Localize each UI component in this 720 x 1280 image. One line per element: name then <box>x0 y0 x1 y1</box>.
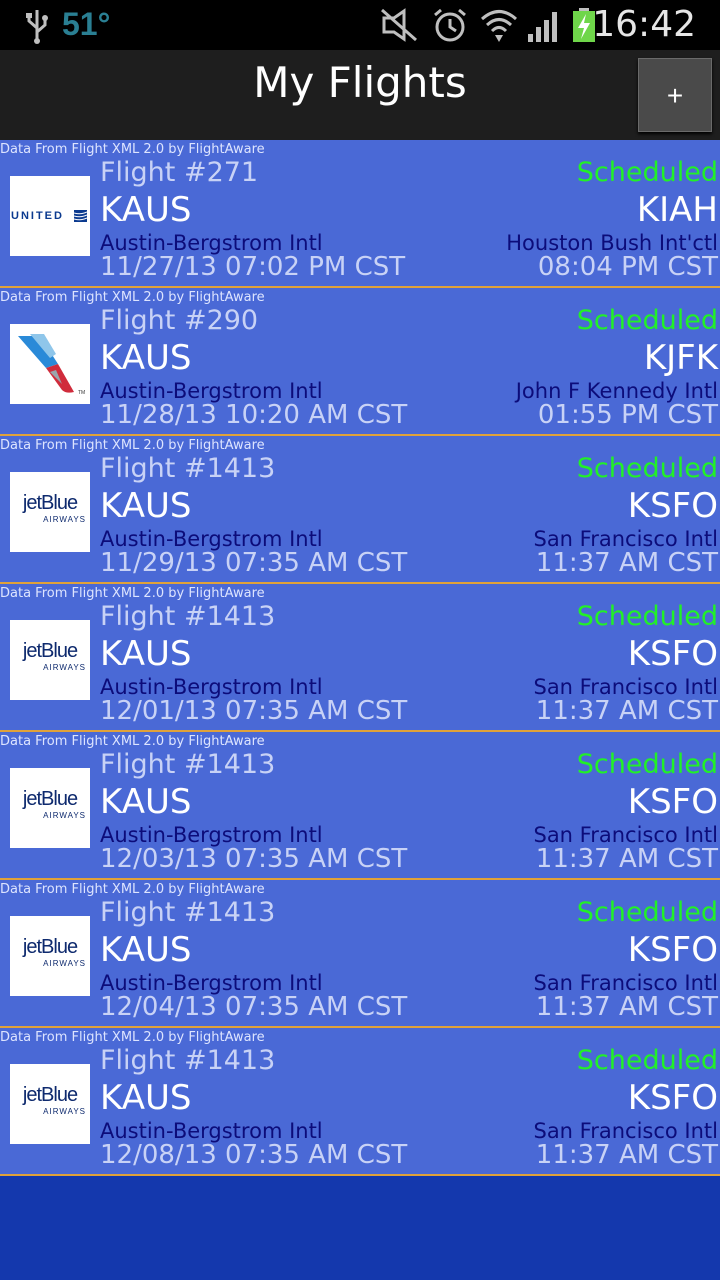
flight-number: Flight #290 <box>100 305 259 336</box>
action-bar: My Flights + <box>0 50 720 140</box>
data-credit-text: Data From Flight XML 2.0 by FlightAware <box>0 734 265 749</box>
arrival-time: 01:55 PM CST <box>537 400 718 430</box>
origin-code: KAUS <box>100 1078 192 1118</box>
data-credit-text: Data From Flight XML 2.0 by FlightAware <box>0 438 265 453</box>
page-title: My Flights <box>253 58 467 107</box>
mute-icon <box>381 8 417 42</box>
jetblue-logo: jetBlue AIRWAYS <box>10 472 90 552</box>
jetblue-logo-mark: jetBlue AIRWAYS <box>10 492 90 524</box>
destination-code: KSFO <box>627 1078 718 1118</box>
flight-number: Flight #271 <box>100 157 259 188</box>
alarm-icon <box>434 8 466 42</box>
arrival-time: 11:37 AM CST <box>535 844 718 874</box>
jetblue-logo-text: jetBlue <box>22 788 78 810</box>
departure-time: 11/29/13 07:35 AM CST <box>100 548 408 578</box>
flight-card[interactable]: Data From Flight XML 2.0 by FlightAware … <box>0 436 720 584</box>
united-logo: UNITED <box>10 176 90 256</box>
destination-code: KJFK <box>643 338 718 378</box>
wifi-icon <box>481 10 517 42</box>
jetblue-logo-subtext: AIRWAYS <box>43 663 86 672</box>
american-logo-mark: TM <box>18 334 85 396</box>
flight-card[interactable]: Data From Flight XML 2.0 by FlightAware … <box>0 1028 720 1176</box>
flight-card[interactable]: Data From Flight XML 2.0 by FlightAware … <box>0 140 720 288</box>
united-logo-text: UNITED <box>11 210 64 222</box>
jetblue-logo-subtext: AIRWAYS <box>43 515 86 524</box>
destination-code: KSFO <box>627 634 718 674</box>
flight-status: Scheduled <box>576 305 718 336</box>
departure-time: 11/28/13 10:20 AM CST <box>100 400 408 430</box>
departure-time: 12/01/13 07:35 AM CST <box>100 696 408 726</box>
data-credit-text: Data From Flight XML 2.0 by FlightAware <box>0 142 265 157</box>
flight-status: Scheduled <box>576 157 718 188</box>
flight-card[interactable]: Data From Flight XML 2.0 by FlightAware … <box>0 584 720 732</box>
american-logo: TM <box>10 324 90 404</box>
departure-time: 12/08/13 07:35 AM CST <box>100 1140 408 1170</box>
flight-number: Flight #1413 <box>100 897 276 928</box>
jetblue-logo-text: jetBlue <box>22 936 78 958</box>
flight-status: Scheduled <box>576 897 718 928</box>
signal-icon <box>528 12 557 42</box>
usb-icon <box>26 10 48 44</box>
flight-card[interactable]: Data From Flight XML 2.0 by FlightAware … <box>0 732 720 880</box>
jetblue-logo: jetBlue AIRWAYS <box>10 768 90 848</box>
jetblue-logo: jetBlue AIRWAYS <box>10 1064 90 1144</box>
origin-code: KAUS <box>100 782 192 822</box>
jetblue-logo-mark: jetBlue AIRWAYS <box>10 1084 90 1116</box>
flight-status: Scheduled <box>576 453 718 484</box>
departure-time: 12/03/13 07:35 AM CST <box>100 844 408 874</box>
data-credit-text: Data From Flight XML 2.0 by FlightAware <box>0 290 265 305</box>
arrival-time: 11:37 AM CST <box>535 548 718 578</box>
jetblue-logo-mark: jetBlue AIRWAYS <box>10 640 90 672</box>
flight-card[interactable]: Data From Flight XML 2.0 by FlightAware … <box>0 880 720 1028</box>
destination-code: KSFO <box>627 930 718 970</box>
status-bar: 51° 16:42 <box>0 0 720 50</box>
jetblue-logo-subtext: AIRWAYS <box>43 811 86 820</box>
arrival-time: 08:04 PM CST <box>537 252 718 282</box>
jetblue-logo-text: jetBlue <box>22 1084 78 1106</box>
flight-number: Flight #1413 <box>100 1045 276 1076</box>
origin-code: KAUS <box>100 634 192 674</box>
jetblue-logo-subtext: AIRWAYS <box>43 1107 86 1116</box>
flight-number: Flight #1413 <box>100 749 276 780</box>
arrival-time: 11:37 AM CST <box>535 992 718 1022</box>
flight-status: Scheduled <box>576 601 718 632</box>
departure-time: 11/27/13 07:02 PM CST <box>100 252 406 282</box>
flight-card[interactable]: Data From Flight XML 2.0 by FlightAware … <box>0 288 720 436</box>
add-flight-button[interactable]: + <box>638 58 712 132</box>
jetblue-logo: jetBlue AIRWAYS <box>10 916 90 996</box>
destination-code: KIAH <box>636 190 718 230</box>
flight-status: Scheduled <box>576 1045 718 1076</box>
jetblue-logo-text: jetBlue <box>22 492 78 514</box>
jetblue-logo-text: jetBlue <box>22 640 78 662</box>
flight-number: Flight #1413 <box>100 601 276 632</box>
temperature-text: 51° <box>62 6 111 42</box>
destination-code: KSFO <box>627 486 718 526</box>
globe-icon <box>74 210 87 222</box>
data-credit-text: Data From Flight XML 2.0 by FlightAware <box>0 882 265 897</box>
trademark-text: TM <box>78 390 85 396</box>
origin-code: KAUS <box>100 338 192 378</box>
flight-number: Flight #1413 <box>100 453 276 484</box>
jetblue-logo-subtext: AIRWAYS <box>43 959 86 968</box>
origin-code: KAUS <box>100 930 192 970</box>
clock-text: 16:42 <box>592 4 696 45</box>
data-credit-text: Data From Flight XML 2.0 by FlightAware <box>0 1030 265 1045</box>
jetblue-logo: jetBlue AIRWAYS <box>10 620 90 700</box>
arrival-time: 11:37 AM CST <box>535 1140 718 1170</box>
jetblue-logo-mark: jetBlue AIRWAYS <box>10 936 90 968</box>
departure-time: 12/04/13 07:35 AM CST <box>100 992 408 1022</box>
jetblue-logo-mark: jetBlue AIRWAYS <box>10 788 90 820</box>
destination-code: KSFO <box>627 782 718 822</box>
origin-code: KAUS <box>100 486 192 526</box>
flight-status: Scheduled <box>576 749 718 780</box>
arrival-time: 11:37 AM CST <box>535 696 718 726</box>
data-credit-text: Data From Flight XML 2.0 by FlightAware <box>0 586 265 601</box>
flight-list: Data From Flight XML 2.0 by FlightAware … <box>0 140 720 1176</box>
origin-code: KAUS <box>100 190 192 230</box>
